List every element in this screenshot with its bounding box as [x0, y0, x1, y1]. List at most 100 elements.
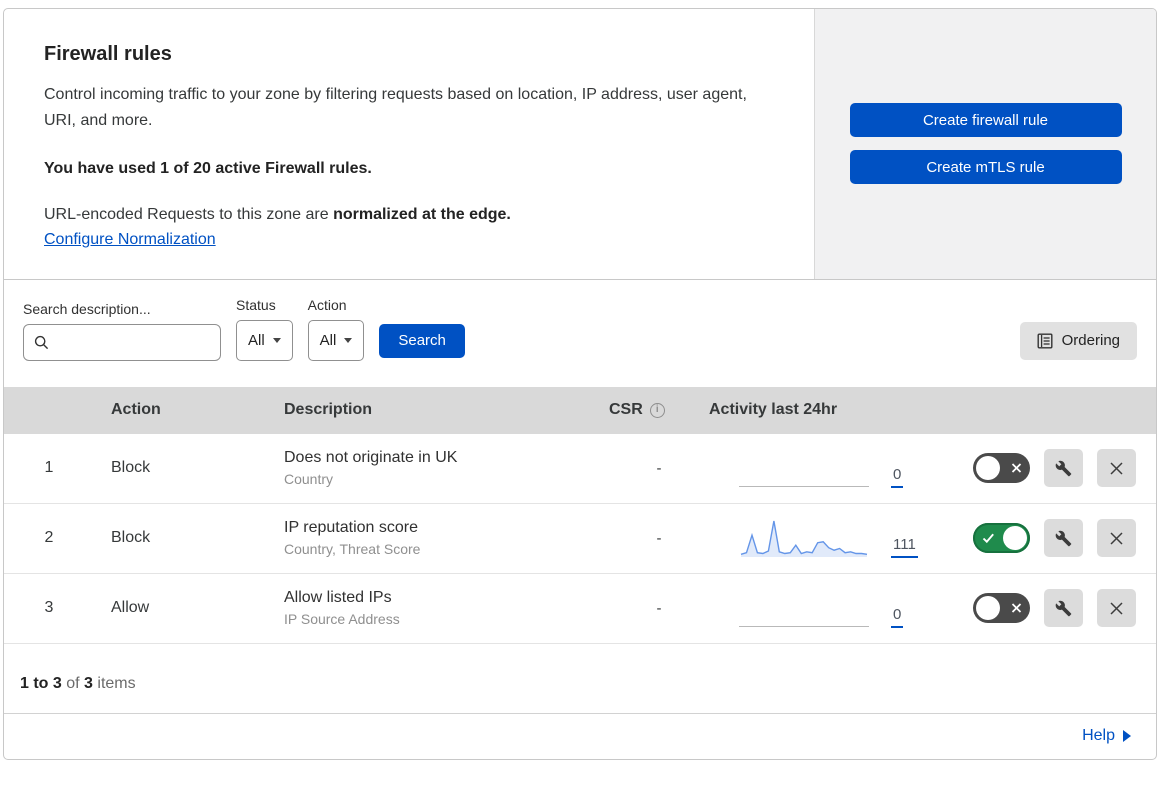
action-column-header: Action [111, 401, 161, 419]
header-section: Firewall rules Control incoming traffic … [4, 9, 1156, 280]
usage-summary: You have used 1 of 20 active Firewall ru… [44, 159, 372, 177]
csr-column-label: CSR [609, 401, 643, 419]
rule-description: IP reputation score [284, 519, 419, 537]
activity-count-link[interactable]: 111 [891, 536, 918, 558]
status-dropdown-value: All [248, 331, 265, 349]
rule-controls [959, 449, 1156, 488]
rule-enabled-toggle[interactable] [973, 523, 1030, 554]
edit-rule-button[interactable] [1044, 449, 1083, 488]
search-input-box[interactable] [23, 323, 221, 361]
search-label: Search description... [23, 300, 151, 317]
table-row: 2 Block IP reputation score Country, Thr… [4, 503, 1156, 574]
rule-csr-value: - [656, 529, 662, 547]
rule-description: Does not originate in UK [284, 449, 458, 467]
description-column-header: Description [284, 401, 373, 419]
x-icon [1110, 602, 1123, 615]
help-link[interactable]: Help [1082, 727, 1131, 745]
rule-priority: 2 [44, 529, 54, 547]
activity-flatline [739, 485, 869, 487]
action-label: Action [307, 296, 347, 313]
toggle-off-x-icon [1011, 463, 1022, 473]
rule-description-cell: IP reputation score Country, Threat Scor… [284, 519, 609, 557]
ordering-list-icon [1037, 333, 1053, 349]
activity-flatline [739, 625, 869, 627]
delete-rule-button[interactable] [1097, 519, 1136, 558]
rule-controls [959, 519, 1156, 558]
delete-rule-button[interactable] [1097, 589, 1136, 628]
pagination-items: items [97, 674, 136, 692]
pagination-total: 3 [84, 674, 93, 692]
normalization-note: URL-encoded Requests to this zone are no… [44, 206, 774, 224]
table-header: Action Description CSR i Activity last 2… [4, 386, 1156, 434]
help-bar: Help [4, 714, 1156, 759]
status-dropdown[interactable]: All [236, 319, 293, 361]
rule-priority: 3 [44, 599, 54, 617]
activity-column-header: Activity last 24hr [709, 401, 838, 419]
filter-bar: Search description... Status All Action … [4, 280, 1156, 387]
toggle-knob [976, 596, 1000, 621]
rule-controls [959, 589, 1156, 628]
ordering-button-label: Ordering [1061, 332, 1120, 350]
help-link-label: Help [1082, 727, 1115, 745]
normalization-note-bold: normalized at the edge. [333, 205, 511, 223]
search-button[interactable]: Search [379, 323, 465, 358]
firewall-rules-card: Firewall rules Control incoming traffic … [3, 8, 1157, 760]
x-icon [1110, 532, 1123, 545]
rule-activity-cell: 111 [709, 504, 959, 573]
wrench-icon [1055, 530, 1072, 547]
page-title: Firewall rules [44, 43, 172, 65]
toggle-on-check-icon [982, 533, 994, 544]
rule-fields: Country, Threat Score [284, 541, 421, 558]
rule-description-cell: Does not originate in UK Country [284, 449, 609, 487]
activity-count-link[interactable]: 0 [891, 466, 904, 488]
action-dropdown[interactable]: All [307, 319, 365, 361]
rule-enabled-toggle[interactable] [973, 593, 1030, 624]
pagination-of: of [66, 674, 80, 692]
configure-normalization-link[interactable]: Configure Normalization [44, 231, 216, 248]
create-firewall-rule-button[interactable]: Create firewall rule [849, 103, 1122, 138]
page-description: Control incoming traffic to your zone by… [44, 86, 747, 129]
actions-panel: Create firewall rule Create mTLS rule [814, 9, 1156, 279]
toggle-knob [976, 456, 1000, 481]
action-dropdown-value: All [319, 331, 337, 349]
create-mtls-rule-button[interactable]: Create mTLS rule [849, 150, 1122, 185]
rule-activity-cell: 0 [709, 434, 959, 503]
action-filter-group: Action All [307, 296, 365, 361]
edit-rule-button[interactable] [1044, 519, 1083, 558]
toggle-knob [1003, 526, 1027, 551]
rule-fields: Country [284, 471, 334, 488]
rule-action: Block [111, 529, 151, 547]
rule-action: Block [111, 459, 151, 477]
ordering-button[interactable]: Ordering [1019, 321, 1137, 360]
status-filter-group: Status All [236, 297, 293, 361]
info-icon[interactable]: i [649, 402, 665, 418]
rule-priority: 1 [44, 459, 54, 477]
rule-fields: IP Source Address [284, 611, 400, 628]
table-row: 3 Allow Allow listed IPs IP Source Addre… [4, 573, 1156, 644]
rule-csr-value: - [656, 459, 662, 477]
wrench-icon [1055, 600, 1072, 617]
delete-rule-button[interactable] [1097, 449, 1136, 488]
rule-enabled-toggle[interactable] [973, 453, 1030, 484]
search-group: Search description... [23, 301, 221, 361]
edit-rule-button[interactable] [1044, 589, 1083, 628]
normalization-note-prefix: URL-encoded Requests to this zone are [44, 205, 334, 223]
pagination-summary: 1 to 3 of 3 items [4, 644, 1156, 714]
table-row: 1 Block Does not originate in UK Country… [4, 433, 1156, 504]
rule-csr-value: - [656, 599, 662, 617]
activity-sparkline [740, 520, 868, 557]
help-arrow-icon [1123, 730, 1131, 743]
rule-description-cell: Allow listed IPs IP Source Address [284, 589, 609, 627]
search-input[interactable] [56, 332, 210, 352]
activity-count-link[interactable]: 0 [891, 606, 904, 628]
wrench-icon [1055, 460, 1072, 477]
toggle-off-x-icon [1011, 603, 1022, 613]
chevron-down-icon [344, 337, 353, 343]
search-icon [34, 335, 49, 349]
x-icon [1110, 462, 1123, 475]
rule-description: Allow listed IPs [284, 589, 392, 607]
csr-column-header: CSR i [609, 401, 709, 419]
rule-activity-cell: 0 [709, 574, 959, 643]
header-text-block: Firewall rules Control incoming traffic … [4, 9, 814, 279]
status-label: Status [236, 296, 276, 313]
